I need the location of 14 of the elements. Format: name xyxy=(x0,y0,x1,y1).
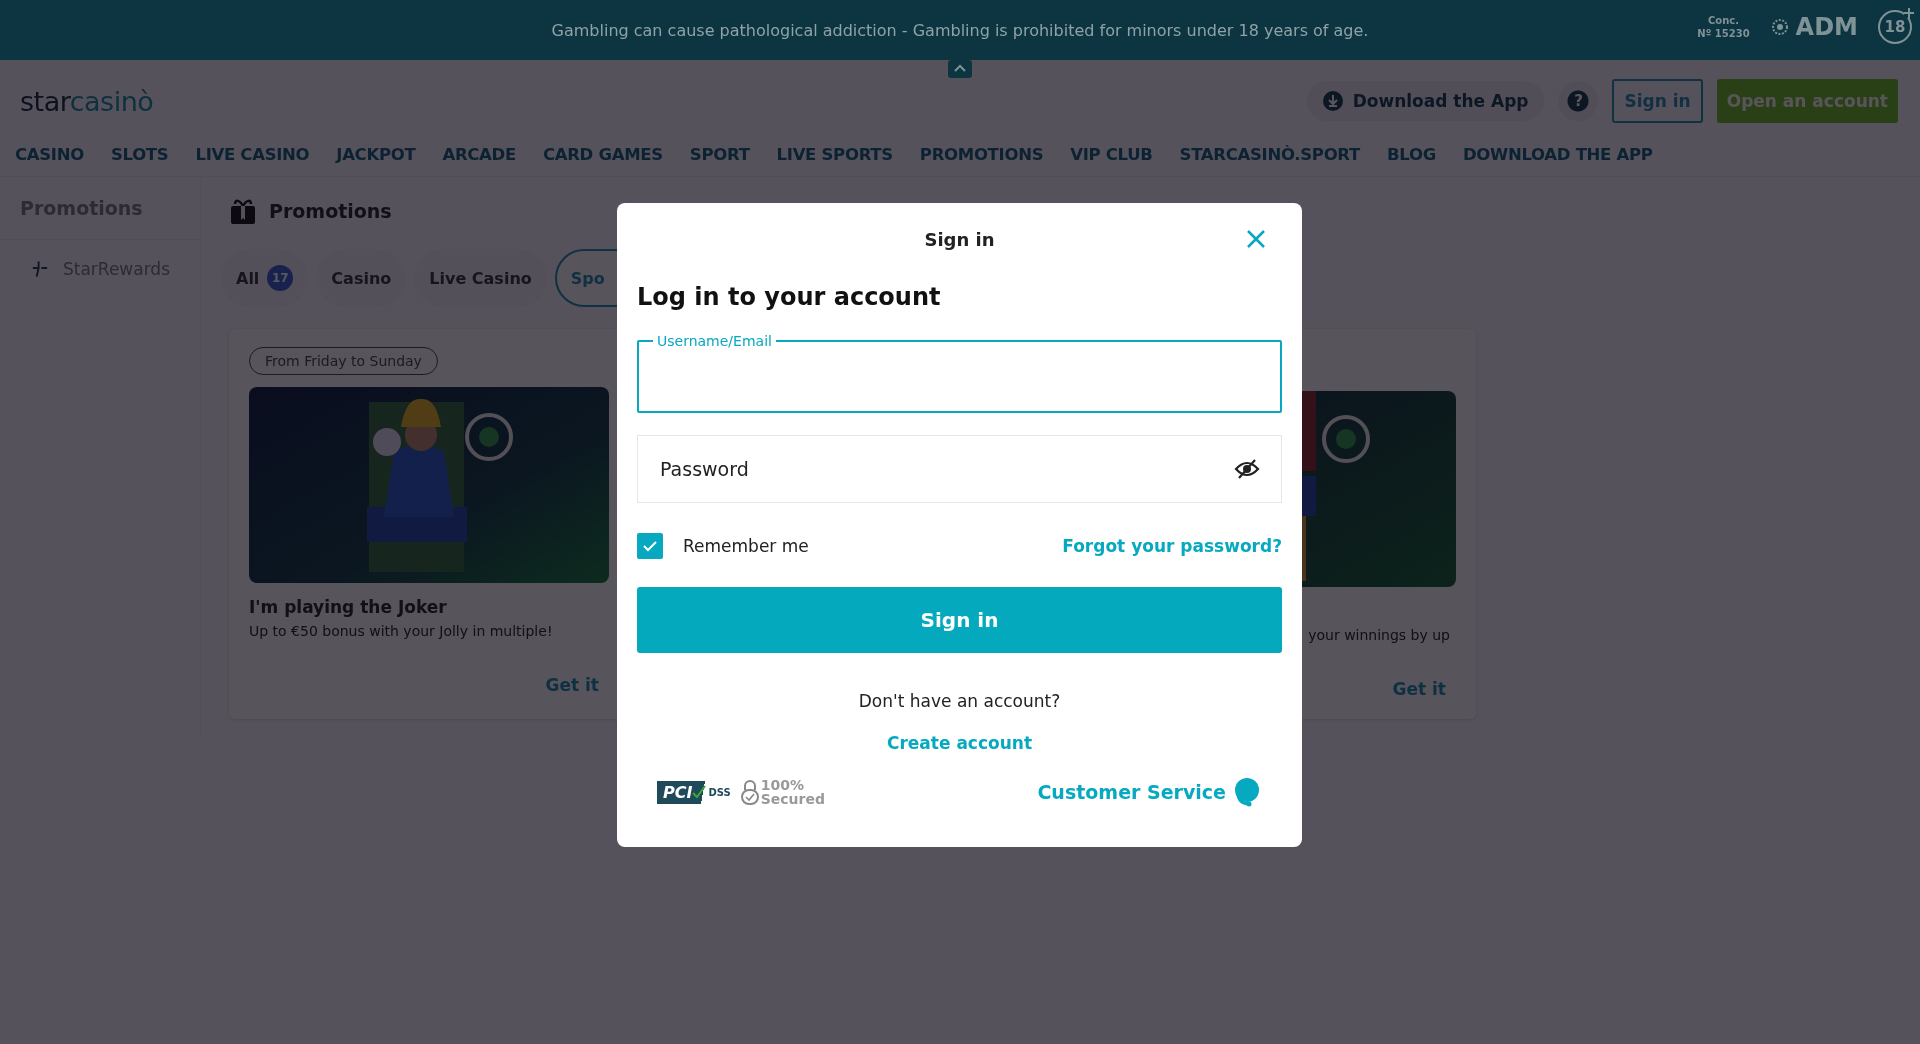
secured-badge: 100% Secured xyxy=(740,778,825,806)
promotion-title: I'm playing the Joker xyxy=(249,597,448,619)
page-title: Promotions xyxy=(269,200,392,222)
dialog-title: Sign in xyxy=(924,228,995,250)
warning-text: Gambling can cause pathological addiction - Gambling is prohibited for minors under 18 years of age. xyxy=(551,20,1369,40)
remember-label: Remember me xyxy=(683,536,809,556)
regulator-logo: ADM xyxy=(1795,13,1858,41)
promotion-description: your winnings by up xyxy=(1308,627,1450,643)
licence-number: Conc. Nº 15230 xyxy=(1697,14,1750,40)
age-limit-badge: 18 xyxy=(1878,10,1912,44)
no-account-text: Don't have an account? xyxy=(857,691,1062,711)
pci-dss-logo: PCI DSS xyxy=(657,780,733,804)
count-badge: 17 xyxy=(267,265,294,291)
promotion-description: Up to €50 bonus with your Jolly in multiple! xyxy=(249,623,554,639)
